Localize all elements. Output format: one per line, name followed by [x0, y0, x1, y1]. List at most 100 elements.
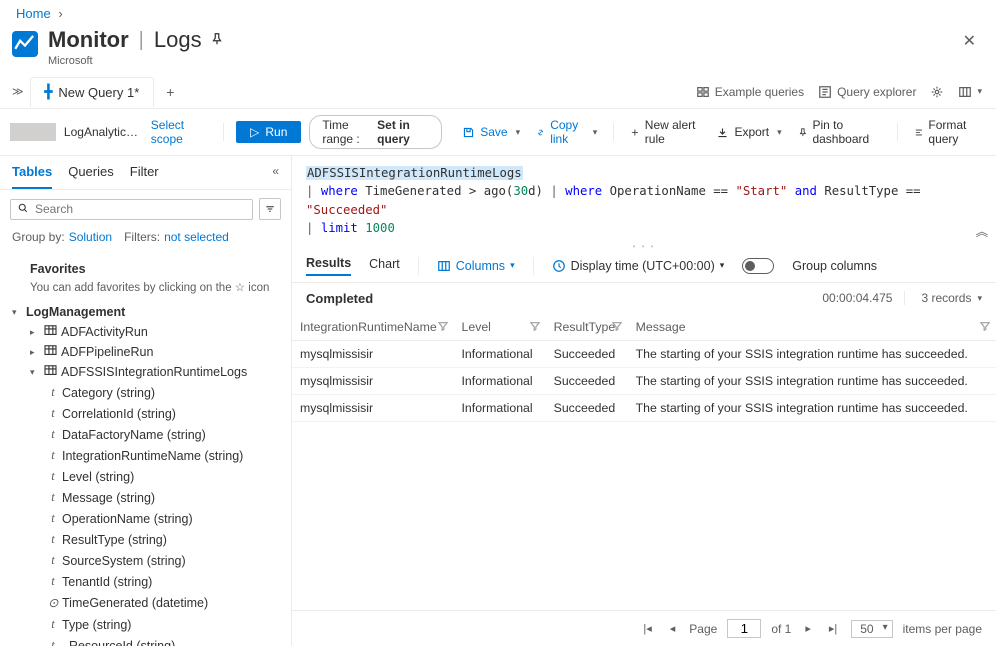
tree-column[interactable]: tTenantId (string): [0, 571, 291, 592]
workspace-name[interactable]: LogAnalyticsWo…: [64, 125, 139, 139]
sort-button[interactable]: [259, 198, 281, 220]
settings-icon[interactable]: [930, 85, 944, 99]
pager-next[interactable]: ▸: [801, 620, 815, 637]
tree-column[interactable]: tSourceSystem (string): [0, 550, 291, 571]
tree-column[interactable]: tDataFactoryName (string): [0, 424, 291, 445]
filters-value[interactable]: not selected: [164, 230, 229, 244]
query-table-token: ADFSSISIntegrationRuntimeLogs: [306, 166, 523, 180]
tree-column[interactable]: tResultType (string): [0, 529, 291, 550]
pager-prev[interactable]: ◂: [666, 620, 680, 637]
page-subtitle: Logs: [154, 27, 202, 53]
column-header[interactable]: Message: [628, 314, 996, 341]
breadcrumb: Home ›: [0, 0, 996, 23]
format-query-button[interactable]: Format query: [910, 116, 986, 148]
tree-column[interactable]: t_ResourceId (string): [0, 635, 291, 646]
table-icon: [44, 325, 57, 339]
column-header[interactable]: Level: [454, 314, 546, 341]
group-by-value[interactable]: Solution: [69, 230, 112, 244]
redacted-label: [10, 123, 56, 141]
tree-column[interactable]: tCategory (string): [0, 382, 291, 403]
filter-icon[interactable]: [530, 320, 540, 334]
example-queries-button[interactable]: Example queries: [696, 85, 804, 99]
display-time-picker[interactable]: Display time (UTC+00:00)▾: [552, 259, 725, 273]
run-button[interactable]: ▷ Run: [236, 121, 301, 143]
new-alert-button[interactable]: New alert rule: [626, 116, 704, 148]
pager-size-select[interactable]: 50: [851, 620, 892, 638]
pager-last[interactable]: ▸|: [825, 620, 841, 637]
sidebar-tab-tables[interactable]: Tables: [12, 164, 52, 189]
panels-icon[interactable]: ▾: [958, 85, 982, 99]
tree-column[interactable]: tMessage (string): [0, 487, 291, 508]
play-icon: ▷: [250, 125, 259, 139]
table-row[interactable]: mysqlmissisirInformationalSucceededThe s…: [292, 340, 996, 367]
tree-table[interactable]: ▸ADFActivityRun: [0, 322, 291, 342]
filter-icon[interactable]: [612, 320, 622, 334]
schema-tree: Favorites You can add favorites by click…: [0, 252, 291, 646]
pin-dashboard-button[interactable]: Pin to dashboard: [794, 116, 885, 148]
record-count: 3 records: [921, 291, 971, 305]
chart-tab[interactable]: Chart: [369, 257, 400, 275]
close-button[interactable]: ✕: [959, 27, 980, 55]
column-header[interactable]: ResultType: [546, 314, 628, 341]
tree-column[interactable]: tIntegrationRuntimeName (string): [0, 445, 291, 466]
org-label: Microsoft: [48, 55, 959, 67]
tree-column[interactable]: tLevel (string): [0, 466, 291, 487]
query-tab-label: New Query 1*: [58, 85, 139, 100]
results-toolbar: Results Chart Columns▾ Display time (UTC…: [292, 250, 996, 283]
breadcrumb-home[interactable]: Home: [16, 6, 51, 21]
columns-picker[interactable]: Columns▾: [437, 259, 515, 273]
tree-column[interactable]: tType (string): [0, 614, 291, 635]
table-row[interactable]: mysqlmissisirInformationalSucceededThe s…: [292, 394, 996, 421]
table-row[interactable]: mysqlmissisirInformationalSucceededThe s…: [292, 367, 996, 394]
tree-group-logmanagement[interactable]: ▾LogManagement: [0, 302, 291, 322]
query-toolbar: LogAnalyticsWo… Select scope ▷ Run Time …: [0, 109, 996, 156]
expand-sidebar-icon[interactable]: ≫: [6, 85, 30, 98]
tree-column[interactable]: tCorrelationId (string): [0, 403, 291, 424]
query-explorer-button[interactable]: Query explorer: [818, 85, 916, 99]
monitor-icon: [12, 31, 38, 57]
query-editor[interactable]: ADFSSISIntegrationRuntimeLogs | where Ti…: [292, 156, 996, 244]
chevron-down-icon[interactable]: ▾: [977, 293, 982, 304]
export-button[interactable]: Export: [712, 123, 785, 141]
group-by-label: Group by:: [12, 230, 65, 244]
pager-first[interactable]: |◂: [639, 620, 655, 637]
column-header[interactable]: IntegrationRuntimeName: [292, 314, 454, 341]
select-scope-link[interactable]: Select scope: [151, 118, 204, 146]
query-tab-active[interactable]: ╋ New Query 1*: [30, 77, 155, 108]
collapse-editor-icon[interactable]: ︽: [976, 223, 988, 241]
copy-link-button[interactable]: Copy link: [532, 116, 601, 148]
pager-page-input[interactable]: [727, 619, 761, 638]
group-columns-toggle[interactable]: [742, 258, 774, 274]
new-tab-button[interactable]: +: [154, 78, 186, 106]
results-tab[interactable]: Results: [306, 256, 351, 276]
filters-label: Filters:: [124, 230, 160, 244]
table-icon: [44, 345, 57, 359]
sidebar-tab-filter[interactable]: Filter: [130, 164, 159, 189]
schema-sidebar: Tables Queries Filter « Group by: Soluti…: [0, 156, 292, 646]
group-columns-label: Group columns: [792, 259, 877, 273]
pager: |◂ ◂ Page of 1 ▸ ▸| 50 items per page: [292, 610, 996, 646]
status-completed: Completed: [306, 291, 373, 306]
collapse-sidebar-icon[interactable]: «: [272, 164, 279, 189]
time-range-picker[interactable]: Time range : Set in query: [309, 115, 442, 149]
sidebar-tab-queries[interactable]: Queries: [68, 164, 114, 189]
filter-icon[interactable]: [980, 320, 990, 334]
page-header: Monitor | Logs Microsoft ✕: [0, 23, 996, 75]
status-row: Completed 00:00:04.475 3 records ▾: [292, 283, 996, 314]
page-title: Monitor: [48, 27, 129, 53]
breadcrumb-separator: ›: [58, 6, 62, 21]
save-button[interactable]: Save: [458, 123, 524, 141]
elapsed-time: 00:00:04.475: [822, 291, 892, 305]
results-grid: IntegrationRuntimeNameLevelResultTypeMes…: [292, 314, 996, 610]
table-icon: [44, 365, 57, 379]
tree-column[interactable]: tOperationName (string): [0, 508, 291, 529]
tree-table[interactable]: ▸ADFPipelineRun: [0, 342, 291, 362]
favorites-hint: You can add favorites by clicking on the…: [0, 278, 291, 302]
tree-table[interactable]: ▾ADFSSISIntegrationRuntimeLogs: [0, 362, 291, 382]
filter-icon[interactable]: [438, 320, 448, 334]
search-input[interactable]: [35, 202, 246, 216]
pin-icon[interactable]: [210, 32, 224, 49]
query-tab-strip: ≫ ╋ New Query 1* + Example queries Query…: [0, 75, 996, 109]
tree-column[interactable]: ⊙TimeGenerated (datetime): [0, 592, 291, 614]
search-input-wrapper[interactable]: [10, 199, 253, 220]
